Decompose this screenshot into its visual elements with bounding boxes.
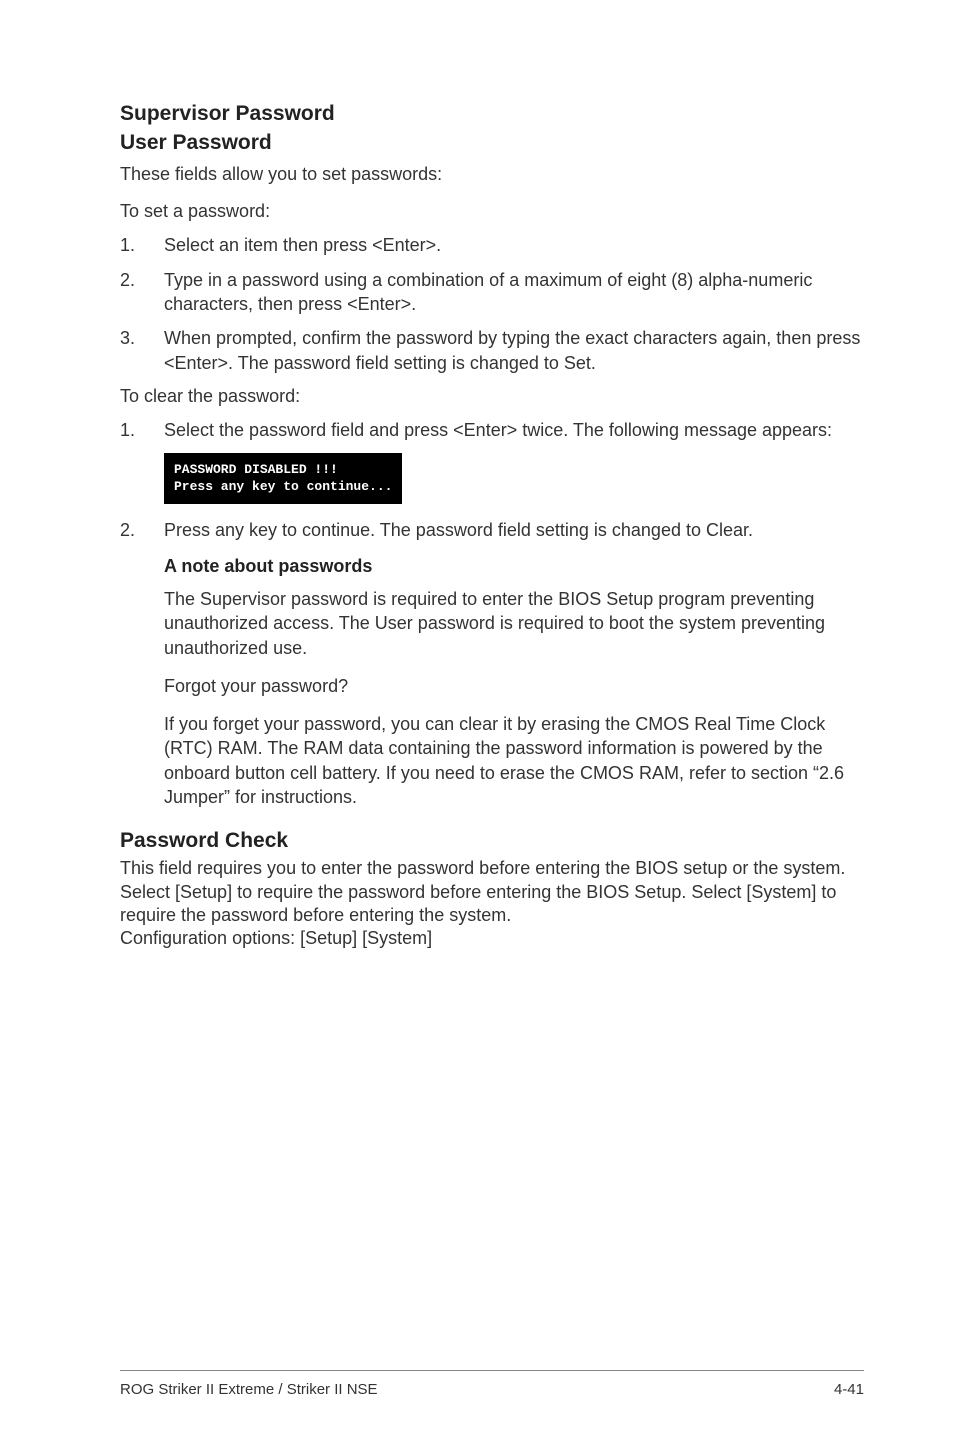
to-clear-text: To clear the password: [120, 385, 864, 408]
step-number: 2. [120, 268, 136, 317]
step-text: Type in a password using a combination o… [164, 268, 864, 317]
note-block: A note about passwords The Supervisor pa… [164, 556, 864, 809]
step-text: Select an item then press <Enter>. [164, 233, 441, 257]
to-set-text: To set a password: [120, 200, 864, 223]
step-text: Press any key to continue. The password … [164, 518, 753, 542]
password-check-body: This field requires you to enter the pas… [120, 857, 864, 951]
footer-page-number: 4-41 [834, 1381, 864, 1398]
note-heading: A note about passwords [164, 556, 864, 577]
heading-user-password: User Password [120, 129, 864, 156]
clear-password-step1: 1. Select the password field and press <… [120, 418, 864, 442]
step-number: 1. [120, 418, 136, 442]
note-paragraph: If you forget your password, you can cle… [164, 712, 864, 809]
list-item: 2. Press any key to continue. The passwo… [120, 518, 864, 542]
step-text: When prompted, confirm the password by t… [164, 326, 864, 375]
step-number: 3. [120, 326, 136, 375]
note-paragraph: The Supervisor password is required to e… [164, 587, 864, 660]
footer-product-name: ROG Striker II Extreme / Striker II NSE [120, 1381, 378, 1398]
code-box-wrap: PASSWORD DISABLED !!! Press any key to c… [164, 453, 864, 504]
set-password-steps: 1. Select an item then press <Enter>. 2.… [120, 233, 864, 374]
clear-password-step2: 2. Press any key to continue. The passwo… [120, 518, 864, 542]
step-text: Select the password field and press <Ent… [164, 418, 832, 442]
list-item: 3. When prompted, confirm the password b… [120, 326, 864, 375]
list-item: 1. Select the password field and press <… [120, 418, 864, 442]
page-footer: ROG Striker II Extreme / Striker II NSE … [120, 1370, 864, 1398]
step-number: 2. [120, 518, 136, 542]
list-item: 2. Type in a password using a combinatio… [120, 268, 864, 317]
list-item: 1. Select an item then press <Enter>. [120, 233, 864, 257]
password-disabled-message: PASSWORD DISABLED !!! Press any key to c… [164, 453, 402, 504]
heading-password-check: Password Check [120, 829, 864, 853]
step-number: 1. [120, 233, 136, 257]
note-paragraph: Forgot your password? [164, 674, 864, 698]
intro-text: These fields allow you to set passwords: [120, 163, 864, 186]
heading-supervisor-password: Supervisor Password [120, 100, 864, 127]
